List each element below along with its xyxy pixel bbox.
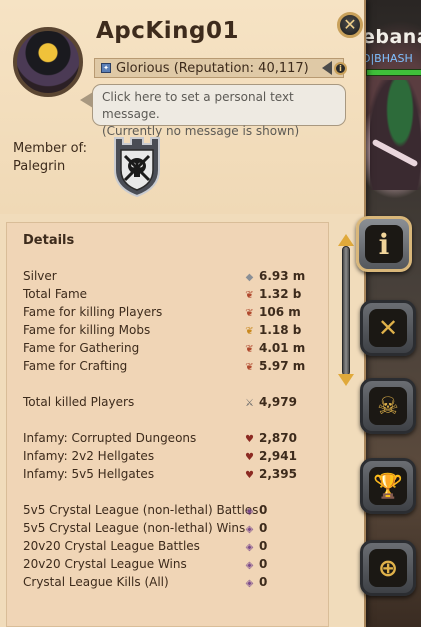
stat-row-crystal-5v5-wins: 5v5 Crystal League (non-lethal) Wins ◈ 0 bbox=[23, 521, 323, 539]
stat-label: Silver bbox=[23, 269, 57, 283]
stat-row-total-fame: Total Fame ❦ 1.32 b bbox=[23, 287, 323, 305]
stat-label: Infamy: 2v2 Hellgates bbox=[23, 449, 155, 463]
stat-value: 0 bbox=[259, 539, 268, 553]
stat-label: Fame for Gathering bbox=[23, 341, 140, 355]
stat-value: 0 bbox=[259, 575, 268, 589]
reputation-text: Glorious (Reputation: 40,117) bbox=[116, 60, 309, 76]
pvp-fame-icon: ❦ bbox=[245, 307, 254, 319]
stat-value: 4.01 m bbox=[259, 341, 306, 355]
stat-value: 0 bbox=[259, 557, 268, 571]
stat-value: 106 m bbox=[259, 305, 301, 319]
stat-value: 1.18 b bbox=[259, 323, 302, 337]
stat-value: 0 bbox=[259, 521, 268, 535]
scroll-down-icon[interactable] bbox=[338, 374, 354, 386]
character-info-panel: ApcKing01 ✕ ✦ Glorious (Reputation: 40,1… bbox=[0, 0, 366, 627]
stat-label: Total Fame bbox=[23, 287, 88, 301]
crystal-icon: ◈ bbox=[245, 559, 254, 571]
info-icon: i bbox=[365, 225, 403, 263]
member-of-label: Member of: bbox=[13, 141, 88, 156]
world-player-name[interactable]: ebana bbox=[362, 26, 421, 48]
stat-row-pve-fame: Fame for killing Mobs ❦ 1.18 b bbox=[23, 323, 323, 341]
trophy-icon: 🏆 bbox=[369, 467, 407, 505]
crystal-icon: ◈ bbox=[245, 523, 254, 535]
infamy-icon: ♥ bbox=[245, 469, 254, 481]
world-health-bar bbox=[366, 69, 421, 76]
stat-row-killed-players: Total killed Players ⚔ 4,979 bbox=[23, 395, 323, 413]
crossed-swords-icon: ⚔ bbox=[245, 397, 254, 409]
stat-value: 4,979 bbox=[259, 395, 297, 409]
stat-row-crafting-fame: Fame for Crafting ❦ 5.97 m bbox=[23, 359, 323, 377]
crafting-fame-icon: ❦ bbox=[245, 361, 254, 373]
stat-label: Fame for killing Mobs bbox=[23, 323, 151, 337]
globe-swords-icon: ⊕ bbox=[369, 549, 407, 587]
guild-membership: Member of: Palegrin bbox=[13, 140, 87, 176]
message-line-1: Click here to set a personal text messag… bbox=[102, 90, 294, 121]
details-scrollbar[interactable] bbox=[336, 232, 356, 392]
crystal-icon: ◈ bbox=[245, 541, 254, 553]
stat-label: 5v5 Crystal League (non-lethal) Battles bbox=[23, 503, 259, 517]
stat-label: 20v20 Crystal League Wins bbox=[23, 557, 187, 571]
stat-row-infamy-dungeons: Infamy: Corrupted Dungeons ♥ 2,870 bbox=[23, 431, 323, 449]
close-button[interactable]: ✕ bbox=[337, 12, 363, 38]
stat-row-infamy-5v5: Infamy: 5v5 Hellgates ♥ 2,395 bbox=[23, 467, 323, 485]
stat-label: Infamy: 5v5 Hellgates bbox=[23, 467, 155, 481]
scroll-up-icon[interactable] bbox=[338, 234, 354, 246]
details-title: Details bbox=[23, 233, 75, 248]
stat-label: Infamy: Corrupted Dungeons bbox=[23, 431, 197, 445]
reputation-info-button[interactable]: i bbox=[317, 60, 347, 76]
stat-label: Total killed Players bbox=[23, 395, 135, 409]
stat-label: Fame for killing Players bbox=[23, 305, 163, 319]
silver-icon: ◆ bbox=[245, 271, 254, 283]
stat-value: 2,395 bbox=[259, 467, 297, 481]
infamy-icon: ♥ bbox=[245, 433, 254, 445]
tab-combat[interactable]: ✕ bbox=[360, 300, 416, 356]
fame-icon: ❦ bbox=[245, 289, 254, 301]
stat-row-gathering-fame: Fame for Gathering ❦ 4.01 m bbox=[23, 341, 323, 359]
pve-fame-icon: ❦ bbox=[245, 325, 254, 337]
skull-icon: ☠ bbox=[369, 387, 407, 425]
stat-value: 6.93 m bbox=[259, 269, 306, 283]
stat-row-silver: Silver ◆ 6.93 m bbox=[23, 269, 323, 287]
scroll-thumb[interactable] bbox=[342, 246, 350, 376]
crossed-swords-icon: ✕ bbox=[369, 309, 407, 347]
stat-value: 5.97 m bbox=[259, 359, 306, 373]
gathering-fame-icon: ❦ bbox=[245, 343, 254, 355]
stat-row-crystal-20v20-battles: 20v20 Crystal League Battles ◈ 0 bbox=[23, 539, 323, 557]
stat-row-crystal-20v20-wins: 20v20 Crystal League Wins ◈ 0 bbox=[23, 557, 323, 575]
player-name: ApcKing01 bbox=[96, 18, 239, 44]
stat-label: 5v5 Crystal League (non-lethal) Wins bbox=[23, 521, 246, 535]
tab-guild-warfare[interactable]: ⊕ bbox=[360, 540, 416, 596]
infamy-icon: ♥ bbox=[245, 451, 254, 463]
crystal-icon: ◈ bbox=[245, 505, 254, 517]
tab-info[interactable]: i bbox=[356, 216, 412, 272]
player-character[interactable] bbox=[370, 80, 421, 190]
stat-value: 1.32 b bbox=[259, 287, 302, 301]
close-icon: ✕ bbox=[343, 15, 357, 34]
guild-name[interactable]: Palegrin bbox=[13, 158, 87, 176]
info-icon: i bbox=[334, 61, 347, 75]
stat-label: 20v20 Crystal League Battles bbox=[23, 539, 200, 553]
player-avatar[interactable] bbox=[13, 27, 83, 97]
reputation-bar: ✦ Glorious (Reputation: 40,117) bbox=[94, 58, 344, 78]
tab-kills[interactable]: ☠ bbox=[360, 378, 416, 434]
stat-value: 0 bbox=[259, 503, 268, 517]
stat-row-infamy-2v2: Infamy: 2v2 Hellgates ♥ 2,941 bbox=[23, 449, 323, 467]
world-guild-tag: D|BHASH bbox=[362, 52, 413, 65]
personal-message-box[interactable]: Click here to set a personal text messag… bbox=[92, 84, 346, 138]
tab-achievements[interactable]: 🏆 bbox=[360, 458, 416, 514]
reputation-icon: ✦ bbox=[101, 63, 111, 73]
stat-value: 2,870 bbox=[259, 431, 297, 445]
crystal-icon: ◈ bbox=[245, 577, 254, 589]
details-section: Details Silver ◆ 6.93 m Total Fame ❦ 1.3… bbox=[6, 222, 329, 627]
guild-emblem-icon[interactable] bbox=[111, 134, 163, 198]
stat-row-pvp-fame: Fame for killing Players ❦ 106 m bbox=[23, 305, 323, 323]
stat-label: Fame for Crafting bbox=[23, 359, 128, 373]
stat-row-crystal-5v5-battles: 5v5 Crystal League (non-lethal) Battles … bbox=[23, 503, 323, 521]
stat-row-crystal-kills: Crystal League Kills (All) ◈ 0 bbox=[23, 575, 323, 593]
stat-label: Crystal League Kills (All) bbox=[23, 575, 169, 589]
stat-value: 2,941 bbox=[259, 449, 297, 463]
arrow-left-icon bbox=[322, 61, 332, 75]
